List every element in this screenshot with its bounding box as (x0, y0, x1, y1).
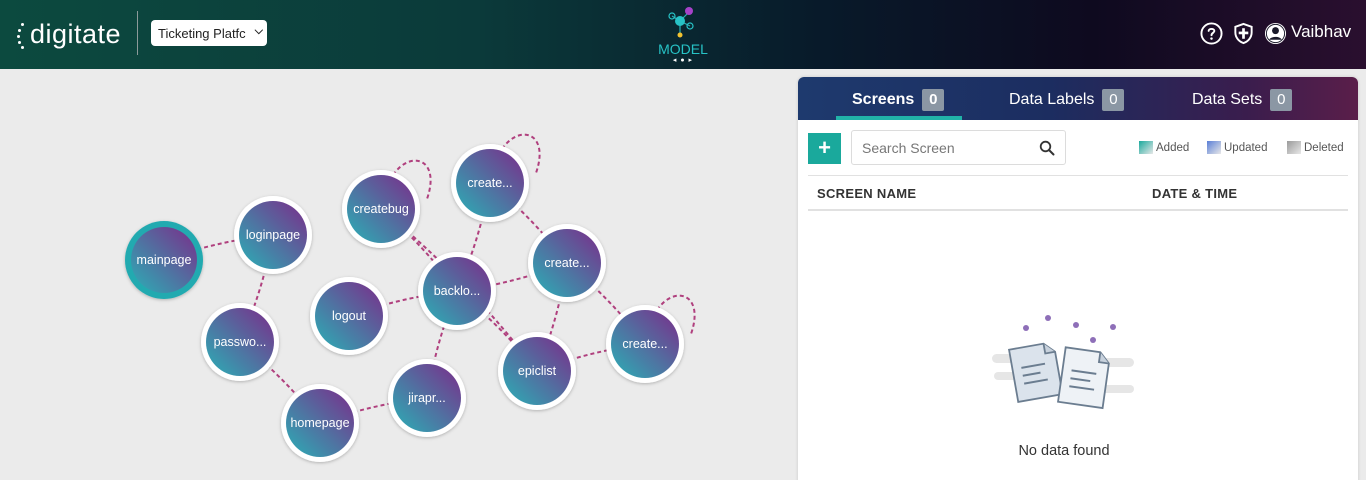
model-switcher[interactable]: MODEL ◂ ● ▸ (650, 4, 716, 66)
legend-added-swatch (1139, 141, 1153, 154)
shield-icon[interactable] (1232, 22, 1255, 45)
screen-flow-graph[interactable]: mainpage loginpage createbug create... creat… (0, 69, 790, 480)
graph-node-label: jirapr... (407, 391, 446, 405)
graph-node-label: create... (622, 337, 667, 351)
tab-data-sets-label: Data Sets (1192, 91, 1263, 108)
graph-node-label: create... (467, 176, 512, 190)
help-icon[interactable] (1200, 22, 1223, 45)
graph-node-create2[interactable]: create... (528, 224, 606, 302)
graph-node-loginpage[interactable]: loginpage (234, 196, 312, 274)
column-date-time[interactable]: DATE & TIME (1152, 186, 1237, 201)
legend-deleted: Deleted (1287, 141, 1344, 154)
search-screen-input[interactable] (862, 139, 1032, 157)
project-select[interactable]: Ticketing Platfc ⌵ (151, 20, 267, 46)
tab-data-labels-count: 0 (1102, 89, 1125, 111)
active-tab-indicator (836, 116, 962, 120)
tab-data-sets[interactable]: Data Sets 0 (1192, 89, 1293, 111)
tab-screens-label: Screens (852, 91, 915, 108)
graph-node-epiclist[interactable]: epiclist (498, 332, 576, 410)
project-select-value: Ticketing Platfc (158, 25, 246, 41)
graph-node-label: homepage (290, 416, 349, 430)
logo-text: digitate (30, 18, 122, 49)
graph-node-createbug[interactable]: createbug (342, 170, 420, 248)
graph-node-label: mainpage (137, 253, 192, 267)
logo-dots-icon (16, 20, 26, 49)
model-label: MODEL (658, 41, 708, 57)
legend-added: Added (1139, 141, 1189, 154)
graph-node-backlog[interactable]: backlo... (418, 252, 496, 330)
graph-node-label: passwo... (214, 335, 267, 349)
model-arrows: ◂ ● ▸ (672, 57, 694, 64)
top-header: digitate Ticketing Platfc ⌵ MODEL ◂ ● ▸ (0, 0, 1366, 69)
screens-panel: Screens 0 Data Labels 0 Data Sets 0 + Ad… (798, 77, 1358, 480)
user-name[interactable]: Vaibhav (1291, 22, 1351, 42)
graph-node-homepage[interactable]: homepage (281, 384, 359, 462)
model-graph-canvas[interactable]: mainpage loginpage createbug create... creat… (0, 69, 790, 480)
search-icon[interactable] (1039, 140, 1055, 156)
panel-tabs: Screens 0 Data Labels 0 Data Sets 0 (798, 77, 1358, 120)
empty-documents-illustration (992, 315, 1134, 410)
add-screen-button[interactable]: + (808, 133, 841, 164)
tab-data-sets-count: 0 (1270, 89, 1293, 111)
header-divider (137, 11, 138, 55)
empty-state-text: No data found (1018, 443, 1110, 459)
graph-node-create3[interactable]: create... (606, 305, 684, 383)
user-avatar-icon[interactable] (1264, 22, 1287, 45)
legend-deleted-label: Deleted (1304, 141, 1344, 154)
graph-node-jira[interactable]: jirapr... (388, 359, 466, 437)
graph-nodes[interactable]: mainpage loginpage createbug create... creat… (125, 144, 684, 462)
digitate-logo[interactable]: digitate (16, 16, 121, 52)
tab-data-labels[interactable]: Data Labels 0 (1009, 89, 1125, 111)
graph-node-password[interactable]: passwo... (201, 303, 279, 381)
graph-node-label: backlo... (434, 284, 481, 298)
tab-data-labels-label: Data Labels (1009, 91, 1095, 108)
tab-screens-count: 0 (922, 89, 945, 111)
legend-added-label: Added (1156, 141, 1190, 154)
graph-node-label: create... (544, 256, 589, 270)
graph-node-logout[interactable]: logout (310, 277, 388, 355)
graph-node-label: logout (332, 309, 367, 323)
screens-table-header: SCREEN NAME DATE & TIME (808, 175, 1348, 211)
graph-node-label: loginpage (246, 228, 300, 242)
column-screen-name[interactable]: SCREEN NAME (817, 186, 916, 201)
tab-screens[interactable]: Screens 0 (852, 89, 945, 111)
graph-node-mainpage[interactable]: mainpage (125, 221, 203, 299)
legend-updated: Updated (1207, 141, 1267, 154)
search-screen-box (851, 130, 1066, 165)
graph-node-label: epiclist (518, 364, 557, 378)
model-network-icon (668, 7, 694, 38)
graph-node-create1[interactable]: create... (451, 144, 529, 222)
chevron-down-icon: ⌵ (254, 25, 263, 37)
graph-node-label: createbug (353, 202, 409, 216)
legend-deleted-swatch (1287, 141, 1301, 154)
legend-updated-swatch (1207, 141, 1221, 154)
legend-updated-label: Updated (1224, 141, 1268, 154)
